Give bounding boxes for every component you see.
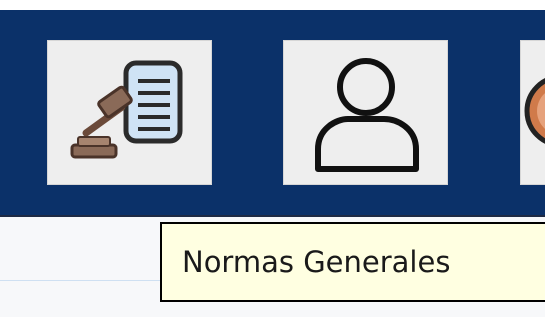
tooltip-text: Normas Generales	[182, 245, 451, 279]
gavel-document-icon	[70, 60, 183, 159]
user-icon	[315, 58, 419, 172]
user-button[interactable]	[283, 40, 448, 185]
third-toolbar-button[interactable]	[520, 40, 545, 185]
normas-generales-button[interactable]	[47, 40, 212, 185]
tooltip: Normas Generales	[160, 222, 545, 302]
top-strip	[0, 0, 545, 10]
circle-icon	[524, 78, 545, 144]
